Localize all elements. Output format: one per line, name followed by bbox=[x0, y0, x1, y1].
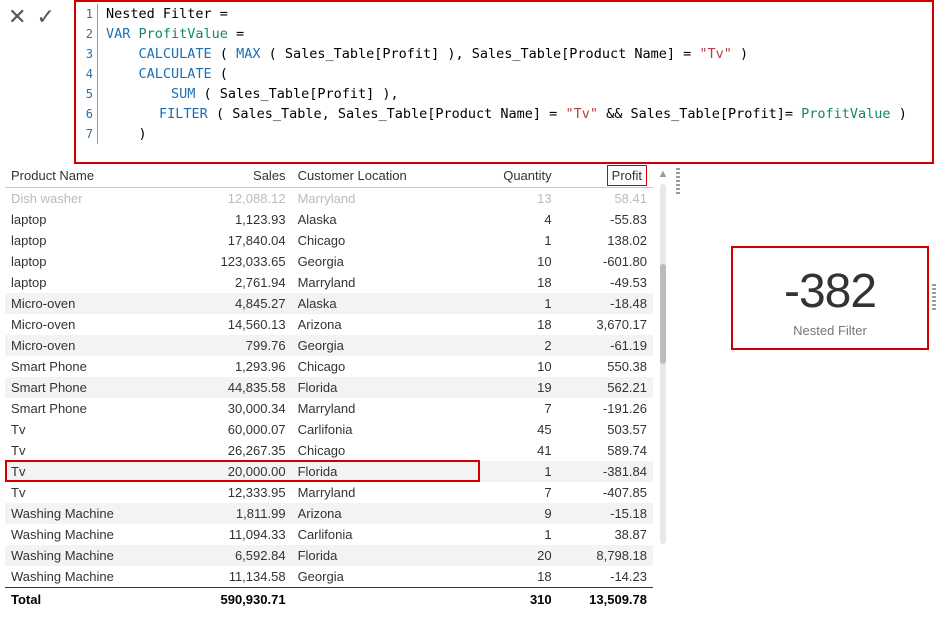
table-row[interactable]: laptop17,840.04Chicago1138.02 bbox=[5, 230, 653, 251]
table-row[interactable]: Micro-oven799.76Georgia2-61.19 bbox=[5, 335, 653, 356]
table-row[interactable]: Tv26,267.35Chicago41589.74 bbox=[5, 440, 653, 461]
table-row[interactable]: Washing Machine6,592.84Florida208,798.18 bbox=[5, 545, 653, 566]
data-table-visual[interactable]: Product Name Sales Customer Location Qua… bbox=[0, 164, 653, 634]
col-quantity[interactable]: Quantity bbox=[469, 164, 558, 188]
table-row[interactable]: Washing Machine11,134.58Georgia18-14.23 bbox=[5, 566, 653, 588]
table-row[interactable]: Micro-oven4,845.27Alaska1-18.48 bbox=[5, 293, 653, 314]
table-row[interactable]: laptop123,033.65Georgia10-601.80 bbox=[5, 251, 653, 272]
col-sales[interactable]: Sales bbox=[169, 164, 292, 188]
card-visual[interactable]: -382 Nested Filter bbox=[731, 246, 929, 350]
total-row: Total 590,930.71 310 13,509.78 bbox=[5, 588, 653, 612]
resize-handle[interactable] bbox=[932, 284, 936, 310]
col-location[interactable]: Customer Location bbox=[292, 164, 469, 188]
table-row[interactable]: Micro-oven14,560.13Arizona183,670.17 bbox=[5, 314, 653, 335]
resize-handle[interactable] bbox=[673, 164, 683, 634]
table-row[interactable]: laptop2,761.94Marryland18-49.53 bbox=[5, 272, 653, 293]
scroll-up-icon[interactable]: ▲ bbox=[658, 168, 669, 180]
table-row[interactable]: Smart Phone44,835.58Florida19562.21 bbox=[5, 377, 653, 398]
table-row[interactable]: Washing Machine1,811.99Arizona9-15.18 bbox=[5, 503, 653, 524]
col-product[interactable]: Product Name bbox=[5, 164, 169, 188]
commit-icon[interactable]: ✓ bbox=[32, 6, 58, 28]
table-row[interactable]: Smart Phone30,000.34Marryland7-191.26 bbox=[5, 398, 653, 419]
table-row[interactable]: laptop1,123.93Alaska4-55.83 bbox=[5, 209, 653, 230]
card-value: -382 bbox=[741, 264, 919, 319]
formula-editor[interactable]: 1Nested Filter =2VAR ProfitValue =3 CALC… bbox=[74, 0, 934, 164]
card-label: Nested Filter bbox=[741, 323, 919, 338]
col-profit[interactable]: Profit bbox=[558, 164, 653, 188]
table-row[interactable]: Dish washer12,088.12Marryland1358.41 bbox=[5, 188, 653, 210]
table-row[interactable]: Tv60,000.07Carlifonia45503.57 bbox=[5, 419, 653, 440]
table-row[interactable]: Smart Phone1,293.96Chicago10550.38 bbox=[5, 356, 653, 377]
table-row[interactable]: Washing Machine11,094.33Carlifonia138.87 bbox=[5, 524, 653, 545]
table-row[interactable]: Tv12,333.95Marryland7-407.85 bbox=[5, 482, 653, 503]
table-row[interactable]: Tv20,000.00Florida1-381.84 bbox=[5, 461, 653, 482]
vertical-scrollbar[interactable] bbox=[660, 184, 666, 544]
cancel-icon[interactable]: ✕ bbox=[4, 6, 30, 28]
